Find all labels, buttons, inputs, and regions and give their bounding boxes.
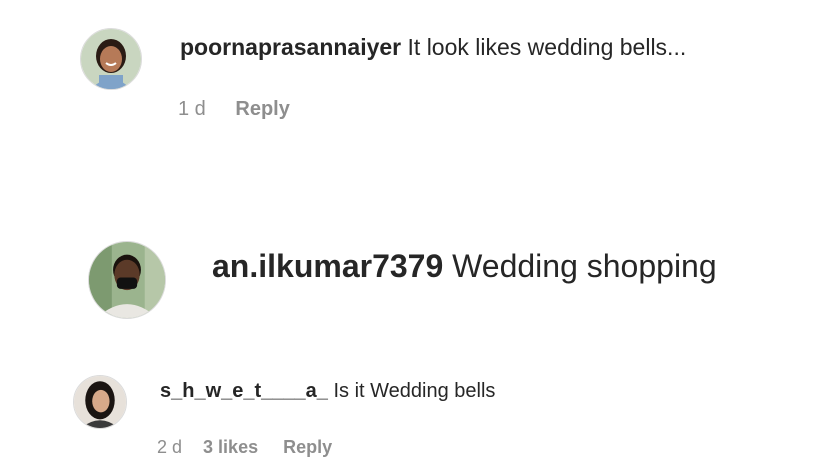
avatar[interactable] xyxy=(88,241,166,319)
profile-photo-icon xyxy=(81,29,141,89)
comment-username[interactable]: s_h_w_e_t____a_ xyxy=(160,380,328,402)
comment-body: s_h_w_e_t____a_ Is it Wedding bells xyxy=(160,381,495,401)
comment-text: It look likes wedding bells... xyxy=(407,34,687,60)
avatar[interactable] xyxy=(73,375,127,429)
reply-button[interactable]: Reply xyxy=(235,99,289,119)
comment-body: poornaprasannaiyer It look likes wedding… xyxy=(180,36,686,59)
reply-button[interactable]: Reply xyxy=(283,438,332,456)
comment-timestamp: 2 d xyxy=(157,437,183,457)
profile-photo-icon xyxy=(74,376,126,428)
comment-text: Is it Wedding bells xyxy=(333,380,496,402)
comment-username[interactable]: an.ilkumar7379 xyxy=(212,248,443,284)
comment-body: an.ilkumar7379 Wedding shopping xyxy=(212,250,717,282)
comment-meta: 1 d Reply xyxy=(178,99,290,119)
comment-meta: 2 d 3 likes Reply xyxy=(157,438,332,456)
comment-timestamp: 1 d xyxy=(178,98,206,120)
comment-username[interactable]: poornaprasannaiyer xyxy=(180,34,401,60)
comment-text: Wedding shopping xyxy=(452,248,717,284)
likes-count[interactable]: 3 likes xyxy=(203,438,258,456)
profile-photo-icon xyxy=(89,242,165,318)
avatar[interactable] xyxy=(80,28,142,90)
